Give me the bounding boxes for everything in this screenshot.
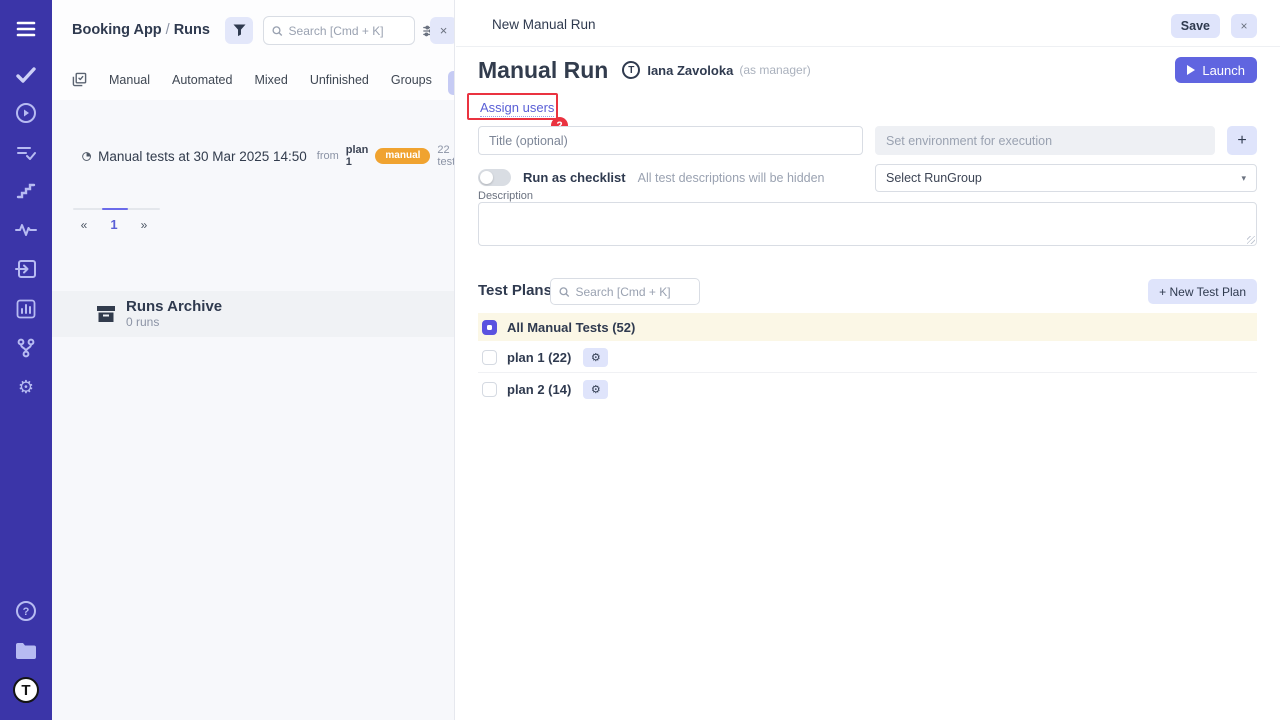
- rungroup-selected-value: Select RunGroup: [886, 171, 982, 185]
- run-list-item[interactable]: Manual tests at 30 Mar 2025 14:50 from p…: [82, 144, 455, 168]
- app-logo[interactable]: T: [13, 677, 39, 703]
- breadcrumb-separator: /: [162, 22, 174, 38]
- pagination-next[interactable]: »: [136, 218, 152, 232]
- save-button[interactable]: Save: [1171, 14, 1220, 38]
- activity-icon[interactable]: [0, 216, 52, 244]
- select-all-icon[interactable]: [72, 72, 87, 87]
- tab-manual[interactable]: Manual: [109, 73, 150, 87]
- plan-label: All Manual Tests (52): [507, 320, 635, 335]
- check-icon[interactable]: [0, 61, 52, 89]
- close-button[interactable]: ×: [1231, 14, 1257, 38]
- help-icon[interactable]: ?: [0, 597, 52, 625]
- description-label: Description: [478, 190, 533, 202]
- add-environment-button[interactable]: +: [1227, 126, 1257, 155]
- runs-search[interactable]: [263, 16, 415, 45]
- tab-unfinished[interactable]: Unfinished: [310, 73, 369, 87]
- svg-text:?: ?: [23, 606, 30, 618]
- breadcrumb-current: Runs: [174, 22, 210, 38]
- run-type-badge: manual: [375, 148, 430, 164]
- rungroup-select[interactable]: Select RunGroup ▾: [875, 164, 1257, 192]
- toggle-knob: [480, 171, 493, 184]
- assign-users-link[interactable]: Assign users: [480, 100, 554, 117]
- pagination: « 1 »: [76, 217, 152, 232]
- plan-checkbox[interactable]: [482, 382, 497, 397]
- runs-archive-row[interactable]: Runs Archive 0 runs: [52, 291, 455, 337]
- new-run-topbar-title: New Manual Run: [492, 17, 596, 32]
- annotation-highlight-box: Assign users 2: [467, 93, 558, 120]
- run-title: Manual tests at 30 Mar 2025 14:50: [98, 149, 307, 164]
- plan-settings-button[interactable]: ⚙: [583, 380, 608, 399]
- checklist-label: Run as checklist: [523, 170, 626, 185]
- new-run-panel: New Manual Run Save × Manual Run T Iana …: [456, 0, 1280, 720]
- git-branch-icon[interactable]: [0, 334, 52, 362]
- page-title: Manual Run: [478, 57, 608, 84]
- plan-label: plan 2 (14): [507, 382, 571, 397]
- tab-automated[interactable]: Automated: [172, 73, 232, 87]
- tab-mixed[interactable]: Mixed: [254, 73, 287, 87]
- steps-icon[interactable]: [0, 177, 52, 205]
- environment-input[interactable]: [875, 126, 1215, 155]
- list-check-icon[interactable]: [0, 139, 52, 167]
- play-circle-icon[interactable]: [0, 99, 52, 127]
- plan-settings-button[interactable]: ⚙: [583, 348, 608, 367]
- launch-button[interactable]: Launch: [1175, 57, 1257, 83]
- checklist-hint: All test descriptions will be hidden: [638, 171, 825, 185]
- menu-icon[interactable]: [0, 15, 52, 43]
- description-textarea[interactable]: [478, 202, 1257, 246]
- test-plans-search[interactable]: [550, 278, 700, 305]
- sign-in-icon[interactable]: [0, 255, 52, 283]
- pagination-prev[interactable]: «: [76, 218, 92, 232]
- run-as-checklist-toggle[interactable]: [478, 169, 511, 186]
- bar-chart-icon[interactable]: [0, 295, 52, 323]
- chevron-down-icon: ▾: [1241, 173, 1246, 184]
- owner-avatar: T: [622, 61, 640, 79]
- run-status-icon: [82, 150, 91, 163]
- owner-name: Iana Zavoloka: [647, 63, 733, 78]
- tab-groups[interactable]: Groups: [391, 73, 432, 87]
- play-icon: [1187, 65, 1195, 75]
- plan-label: plan 1 (22): [507, 350, 571, 365]
- plan-row-all-manual[interactable]: All Manual Tests (52): [478, 313, 1257, 341]
- run-header: Manual Run T Iana Zavoloka (as manager) …: [478, 54, 1257, 86]
- runs-search-input[interactable]: [289, 24, 406, 38]
- run-plan-name: plan 1: [346, 144, 369, 168]
- breadcrumb-project[interactable]: Booking App: [72, 22, 162, 38]
- gear-icon[interactable]: ⚙: [0, 374, 52, 402]
- archive-title: Runs Archive: [126, 299, 222, 316]
- new-run-topbar: New Manual Run Save ×: [456, 0, 1280, 47]
- panel-close-button[interactable]: ×: [430, 17, 455, 44]
- search-icon: [559, 286, 570, 298]
- new-test-plan-button[interactable]: + New Test Plan: [1148, 279, 1257, 304]
- plan-checkbox[interactable]: [482, 350, 497, 365]
- search-icon: [272, 25, 283, 37]
- pagination-page-1[interactable]: 1: [106, 217, 122, 232]
- runs-tabs: Manual Automated Mixed Unfinished Groups: [72, 72, 432, 87]
- folder-icon[interactable]: [0, 637, 52, 665]
- list-scrollbar-thumb[interactable]: [102, 208, 128, 210]
- test-plans-heading: Test Plans: [478, 282, 552, 299]
- archive-box-icon: [96, 305, 116, 323]
- run-title-input[interactable]: [478, 126, 863, 155]
- run-tests-count: 22 tests: [437, 144, 455, 168]
- tabs-overflow-pill: [448, 71, 455, 95]
- plan-row-plan2[interactable]: plan 2 (14) ⚙: [478, 374, 1257, 404]
- plan-checkbox-checked[interactable]: [482, 320, 497, 335]
- app-sidebar: ⚙ ? T: [0, 0, 52, 720]
- filter-button[interactable]: [225, 17, 253, 44]
- owner-role: (as manager): [739, 63, 810, 77]
- plan-row-plan1[interactable]: plan 1 (22) ⚙: [478, 343, 1257, 373]
- runs-list-panel: Booking App/Runs × Manual Automated Mixe…: [52, 0, 455, 720]
- archive-count: 0 runs: [126, 315, 222, 329]
- checklist-option-row: Run as checklist All test descriptions w…: [478, 169, 825, 186]
- funnel-icon: [233, 24, 246, 37]
- textarea-resize-grip[interactable]: [1247, 236, 1255, 244]
- run-from-label: from: [317, 150, 339, 162]
- list-scrollbar-track: [73, 208, 160, 210]
- test-plans-search-input[interactable]: [576, 285, 692, 299]
- breadcrumb: Booking App/Runs: [72, 22, 210, 38]
